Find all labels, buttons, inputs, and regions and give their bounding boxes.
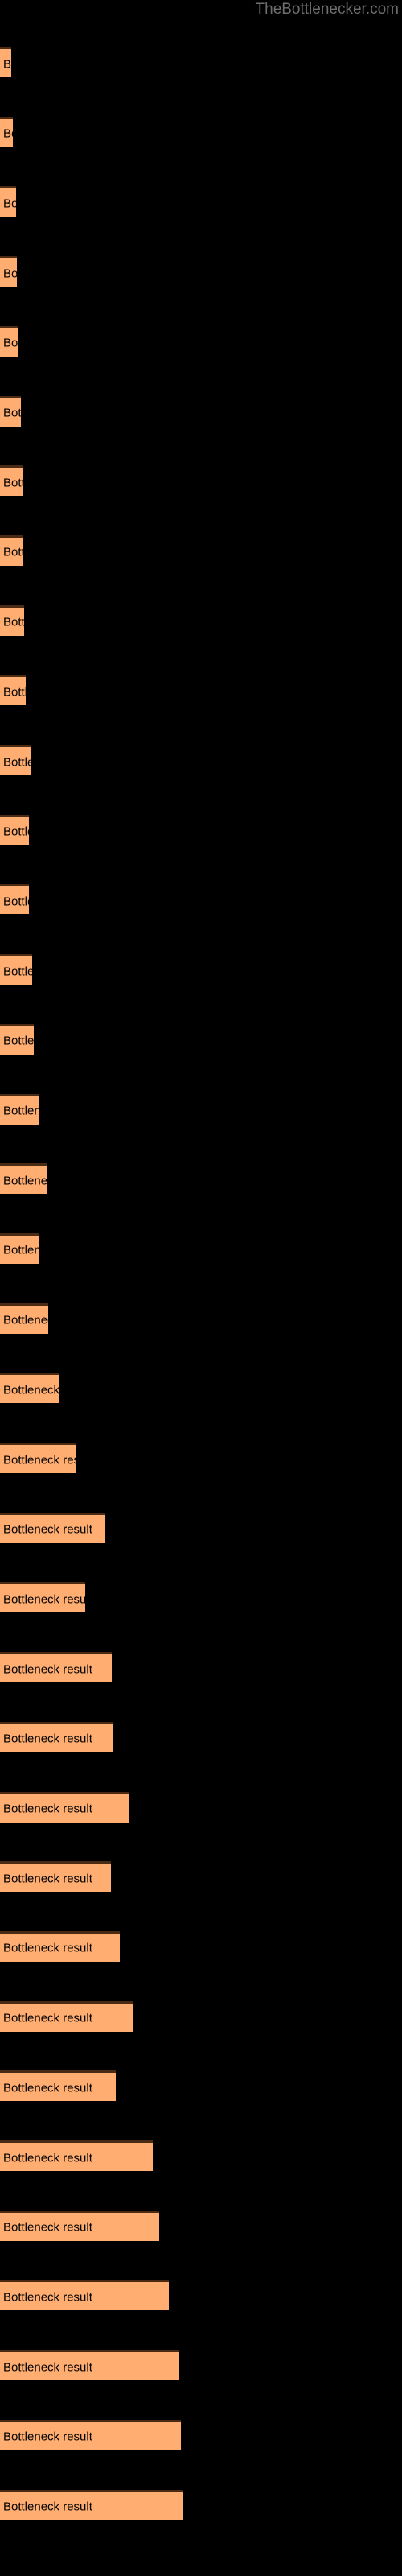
bar: Bottleneck result — [0, 465, 23, 497]
bar-label: Bottleneck result — [3, 1313, 48, 1327]
bar-label: Bottleneck result — [3, 2429, 92, 2444]
bar: Bottleneck result — [0, 1861, 111, 1893]
bar: Bottleneck result — [0, 2280, 169, 2311]
bar-label: Bottleneck result — [3, 2360, 92, 2375]
bar-label: Bottleneck result — [3, 1383, 59, 1397]
bar: Bottleneck result — [0, 1652, 112, 1683]
bar: Bottleneck result — [0, 47, 11, 77]
bar-label: Bottleneck result — [3, 1453, 76, 1467]
bar: Bottleneck result — [0, 1093, 39, 1125]
bar-label: Bottleneck result — [3, 1104, 39, 1118]
bar-label: Bottleneck result — [3, 57, 11, 71]
bar: Bottleneck result — [0, 814, 29, 845]
bar: Bottleneck result — [0, 535, 23, 566]
bar: Bottleneck result — [0, 1023, 34, 1055]
bar-label: Bottleneck result — [3, 1034, 34, 1048]
bar: Bottleneck result — [0, 884, 29, 915]
bar-label: Bottleneck result — [3, 196, 16, 211]
bar: Bottleneck result — [0, 186, 16, 217]
bar-label: Bottleneck result — [3, 824, 29, 839]
bar: Bottleneck result — [0, 1930, 120, 1962]
bar-label: Bottleneck result — [3, 964, 32, 979]
bar: Bottleneck result — [0, 1512, 105, 1543]
bar-chart: TheBottlenecker.com Bottleneck resultBot… — [0, 0, 402, 2576]
bars-container: Bottleneck result Bottleneck result Bottle… — [0, 0, 402, 2576]
bar-label: Bottleneck result — [3, 1174, 47, 1188]
bar: Bottleneck result — [0, 675, 26, 706]
bar-label: Bottleneck result — [3, 406, 21, 420]
bar-label: Bottleneck result — [3, 2151, 92, 2165]
bar: Bottleneck result — [0, 2070, 116, 2102]
bar-label: Bottleneck result — [3, 2220, 92, 2235]
bar: Bottleneck result — [0, 1443, 76, 1473]
bar: Bottleneck result — [0, 2210, 159, 2241]
bar: Bottleneck result — [0, 954, 32, 985]
bar: Bottleneck result — [0, 1791, 129, 1823]
bar-label: Bottleneck result — [3, 336, 18, 350]
bar: Bottleneck result — [0, 395, 21, 427]
bar-label: Bottleneck result — [3, 685, 26, 700]
bar: Bottleneck result — [0, 116, 13, 147]
bar: Bottleneck result — [0, 1582, 85, 1613]
bar: Bottleneck result — [0, 1721, 113, 1752]
bar-label: Bottleneck result — [3, 2011, 92, 2025]
bar-label: Bottleneck result — [3, 615, 24, 630]
bar: Bottleneck result — [0, 256, 17, 287]
bar-label: Bottleneck result — [3, 894, 29, 909]
bar: Bottleneck result — [0, 1302, 48, 1334]
bar-label: Bottleneck result — [3, 1243, 39, 1257]
bar: Bottleneck result — [0, 2489, 183, 2520]
bar: Bottleneck result — [0, 605, 24, 636]
bar-label: Bottleneck result — [3, 476, 23, 490]
bar-label: Bottleneck result — [3, 1522, 92, 1537]
bar: Bottleneck result — [0, 1232, 39, 1264]
bar: Bottleneck result — [0, 2140, 153, 2171]
bar-label: Bottleneck result — [3, 2081, 92, 2095]
bar-label: Bottleneck result — [3, 1872, 92, 1886]
bar-label: Bottleneck result — [3, 1941, 92, 1955]
bar: Bottleneck result — [0, 745, 31, 775]
bar-label: Bottleneck result — [3, 2290, 92, 2305]
bar-label: Bottleneck result — [3, 545, 23, 559]
bar-label: Bottleneck result — [3, 266, 17, 281]
bar: Bottleneck result — [0, 325, 18, 357]
bar: Bottleneck result — [0, 2419, 181, 2450]
bar: Bottleneck result — [0, 2000, 133, 2032]
bar-label: Bottleneck result — [3, 1732, 92, 1746]
bar: Bottleneck result — [0, 1163, 47, 1195]
bar: Bottleneck result — [0, 2350, 179, 2381]
bar: Bottleneck result — [0, 1373, 59, 1404]
bar-label: Bottleneck result — [3, 755, 31, 769]
bar-label: Bottleneck result — [3, 126, 13, 141]
bar-label: Bottleneck result — [3, 1662, 92, 1677]
bar-label: Bottleneck result — [3, 1802, 92, 1816]
bar-label: Bottleneck result — [3, 1592, 85, 1607]
bar-label: Bottleneck result — [3, 2500, 92, 2514]
